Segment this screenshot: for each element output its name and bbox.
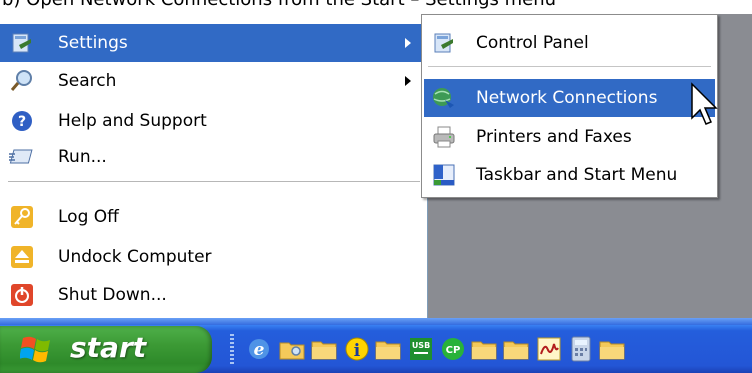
menu-separator: [428, 66, 711, 67]
submenu-item-printers-faxes[interactable]: Printers and Faxes: [424, 118, 715, 156]
ie-icon[interactable]: e: [244, 334, 274, 364]
caption-text: b) Open Network Connections from the Sta…: [2, 0, 752, 15]
start-menu-item-help[interactable]: ? Help and Support: [0, 102, 428, 140]
start-label: start: [70, 331, 147, 364]
windows-flag-icon: [19, 334, 54, 364]
folder-icon[interactable]: [374, 334, 404, 364]
start-button[interactable]: start: [0, 326, 212, 373]
start-menu: Settings Search ? Help and Support Run..…: [0, 14, 428, 325]
printer-icon: [431, 124, 457, 150]
submenu-item-control-panel[interactable]: Control Panel: [424, 24, 715, 62]
start-menu-item-run[interactable]: Run...: [0, 138, 428, 176]
usb-icon[interactable]: USB: [406, 334, 436, 364]
menu-separator: [8, 181, 420, 182]
start-menu-item-search[interactable]: Search: [0, 62, 428, 100]
quick-launch-grip[interactable]: [230, 334, 234, 366]
folder-icon[interactable]: [502, 334, 532, 364]
cp-icon[interactable]: CP: [438, 334, 468, 364]
folder-icon[interactable]: [470, 334, 500, 364]
eject-icon: [9, 244, 35, 270]
svg-text:?: ?: [18, 114, 26, 130]
svg-text:CP: CP: [446, 345, 461, 356]
info-icon[interactable]: i: [342, 334, 372, 364]
submenu-arrow-icon: [405, 38, 411, 48]
submenu-item-network-connections[interactable]: Network Connections: [424, 79, 715, 117]
search-icon: [9, 68, 35, 94]
svg-text:i: i: [354, 341, 361, 361]
calculator-icon[interactable]: [566, 334, 596, 364]
submenu-arrow-icon: [405, 76, 411, 86]
start-menu-item-settings[interactable]: Settings: [0, 24, 428, 62]
mouse-cursor-icon: [690, 82, 720, 132]
folder-icon[interactable]: [598, 334, 628, 364]
folder-icon[interactable]: [310, 334, 340, 364]
svg-text:e: e: [254, 340, 265, 360]
control-panel-icon: [431, 30, 457, 56]
start-menu-item-undock[interactable]: Undock Computer: [0, 238, 428, 276]
folder-search-icon[interactable]: [278, 334, 308, 364]
power-icon: [9, 282, 35, 308]
submenu-item-taskbar-start-menu[interactable]: Taskbar and Start Menu: [424, 156, 715, 194]
start-menu-item-shut-down[interactable]: Shut Down...: [0, 276, 428, 314]
svg-text:USB: USB: [412, 341, 430, 350]
network-icon: [431, 85, 457, 111]
taskbar-icon: [431, 162, 457, 188]
start-menu-item-log-off[interactable]: Log Off: [0, 198, 428, 236]
key-icon: [9, 204, 35, 230]
signature-icon[interactable]: [534, 334, 564, 364]
settings-icon: [9, 30, 35, 56]
help-icon: ?: [9, 108, 35, 134]
run-icon: [9, 144, 35, 170]
settings-submenu: Control Panel Network Connections Printe…: [421, 14, 718, 198]
